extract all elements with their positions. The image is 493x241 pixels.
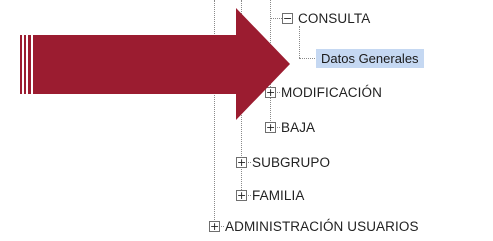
arrow-stripe: [24, 35, 26, 94]
annotation-arrow-icon: [20, 8, 290, 120]
arrow-body: [33, 8, 290, 120]
arrow-stripe: [20, 35, 22, 94]
arrow-stripe: [28, 35, 31, 94]
